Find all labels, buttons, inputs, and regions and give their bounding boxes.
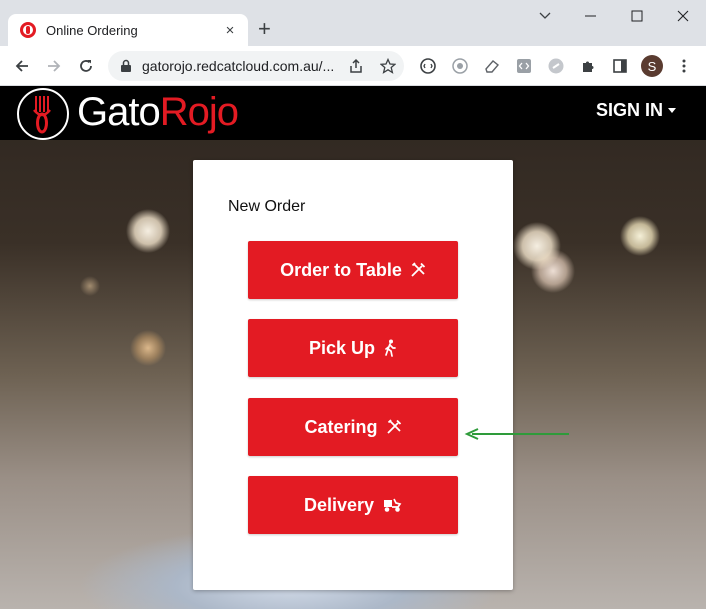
delivery-button[interactable]: Delivery bbox=[248, 476, 458, 534]
order-to-table-label: Order to Table bbox=[280, 259, 402, 280]
site-header: GatoRojo SIGN IN bbox=[0, 86, 706, 140]
minimize-button[interactable] bbox=[576, 4, 606, 28]
maximize-button[interactable] bbox=[622, 4, 652, 28]
catering-button[interactable]: Catering bbox=[248, 398, 458, 456]
reload-icon[interactable] bbox=[74, 54, 98, 78]
extension-code-icon[interactable] bbox=[512, 54, 536, 78]
back-arrow-icon[interactable] bbox=[10, 54, 34, 78]
extension-sun-icon[interactable] bbox=[448, 54, 472, 78]
lock-icon bbox=[121, 59, 131, 72]
cutlery-icon bbox=[411, 262, 425, 277]
side-panel-icon[interactable] bbox=[608, 54, 632, 78]
walking-person-icon bbox=[385, 339, 396, 357]
tab-search-icon[interactable] bbox=[530, 4, 560, 28]
logo-text-gato: Gato bbox=[77, 90, 161, 134]
site-favicon-icon bbox=[20, 22, 36, 38]
extensions-puzzle-icon[interactable] bbox=[576, 54, 600, 78]
page-background: GatoRojo SIGN IN New Order Order to Tabl… bbox=[0, 86, 706, 609]
cutlery-icon bbox=[386, 419, 401, 434]
browser-tab[interactable]: Online Ordering × bbox=[8, 14, 248, 46]
new-tab-button[interactable]: + bbox=[258, 17, 271, 41]
browser-toolbar: gatorojo.redcatcloud.com.au/... S bbox=[0, 46, 706, 86]
sign-in-menu[interactable]: SIGN IN bbox=[596, 100, 677, 121]
tab-title: Online Ordering bbox=[46, 22, 138, 38]
site-logo[interactable]: GatoRojo bbox=[77, 89, 239, 135]
share-icon[interactable] bbox=[344, 54, 368, 78]
profile-avatar[interactable]: S bbox=[641, 55, 663, 77]
pick-up-button[interactable]: Pick Up bbox=[248, 319, 458, 377]
tab-close-icon[interactable]: × bbox=[222, 22, 238, 39]
sign-in-label: SIGN IN bbox=[596, 100, 664, 120]
caret-down-icon bbox=[668, 108, 677, 113]
new-order-card: New Order Order to Table Pick Up Caterin… bbox=[193, 160, 513, 590]
annotation-arrow-icon bbox=[464, 428, 569, 440]
pick-up-label: Pick Up bbox=[308, 337, 376, 358]
card-title: New Order bbox=[228, 198, 306, 215]
catering-label: Catering bbox=[304, 416, 378, 437]
delivery-label: Delivery bbox=[303, 494, 375, 515]
extension-link-icon[interactable] bbox=[544, 54, 568, 78]
logo-fork-icon[interactable] bbox=[17, 88, 69, 140]
tab-strip: Online Ordering × + bbox=[0, 0, 706, 46]
bookmark-star-icon[interactable] bbox=[376, 54, 400, 78]
close-window-button[interactable] bbox=[668, 4, 698, 28]
menu-kebab-icon[interactable] bbox=[672, 54, 696, 78]
extension-eraser-icon[interactable] bbox=[480, 54, 504, 78]
logo-text-rojo: Rojo bbox=[159, 90, 239, 134]
order-to-table-button[interactable]: Order to Table bbox=[248, 241, 458, 299]
delivery-scooter-icon bbox=[384, 498, 402, 512]
extension-tracker-icon[interactable] bbox=[416, 54, 440, 78]
forward-arrow-icon[interactable] bbox=[42, 54, 66, 78]
